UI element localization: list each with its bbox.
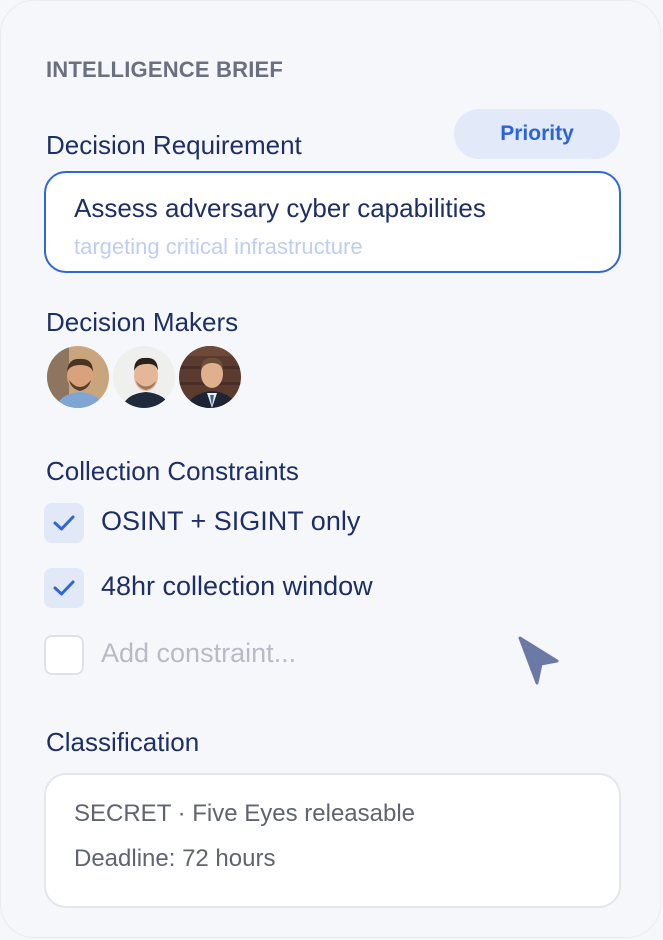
add-constraint-checkbox[interactable] [44, 635, 84, 675]
decision-makers-label: Decision Makers [46, 307, 239, 337]
decision-requirement-value: Assess adversary cyber capabilities [74, 193, 486, 223]
classification-level: SECRET · Five Eyes releasable [74, 800, 416, 827]
classification-box[interactable]: SECRET · Five Eyes releasable Deadline: … [44, 773, 621, 908]
avatar[interactable] [177, 344, 243, 410]
constraint-checkbox[interactable] [44, 503, 84, 543]
check-icon [53, 580, 75, 596]
add-constraint-placeholder[interactable]: Add constraint... [101, 638, 296, 669]
avatar[interactable] [45, 344, 111, 410]
decision-requirement-input[interactable]: Assess adversary cyber capabilities targ… [44, 171, 621, 273]
decision-requirement-label: Decision Requirement [46, 130, 302, 160]
classification-deadline: Deadline: 72 hours [74, 845, 276, 872]
constraint-label: 48hr collection window [101, 571, 373, 601]
section-title: INTELLIGENCE BRIEF [46, 57, 284, 82]
decision-requirement-placeholder: targeting critical infrastructure [74, 234, 363, 259]
classification-label: Classification [46, 727, 200, 757]
mouse-pointer-icon [518, 636, 559, 685]
constraint-item: 48hr collection window [44, 568, 604, 610]
intelligence-brief-card: INTELLIGENCE BRIEF Decision Requirement … [0, 0, 661, 938]
priority-button[interactable]: Priority [454, 109, 620, 159]
constraint-item: OSINT + SIGINT only [44, 503, 604, 545]
constraint-label: OSINT + SIGINT only [101, 506, 361, 536]
check-icon [53, 515, 75, 531]
avatar[interactable] [111, 344, 177, 410]
constraint-checkbox[interactable] [44, 568, 84, 608]
collection-constraints-label: Collection Constraints [46, 456, 299, 486]
